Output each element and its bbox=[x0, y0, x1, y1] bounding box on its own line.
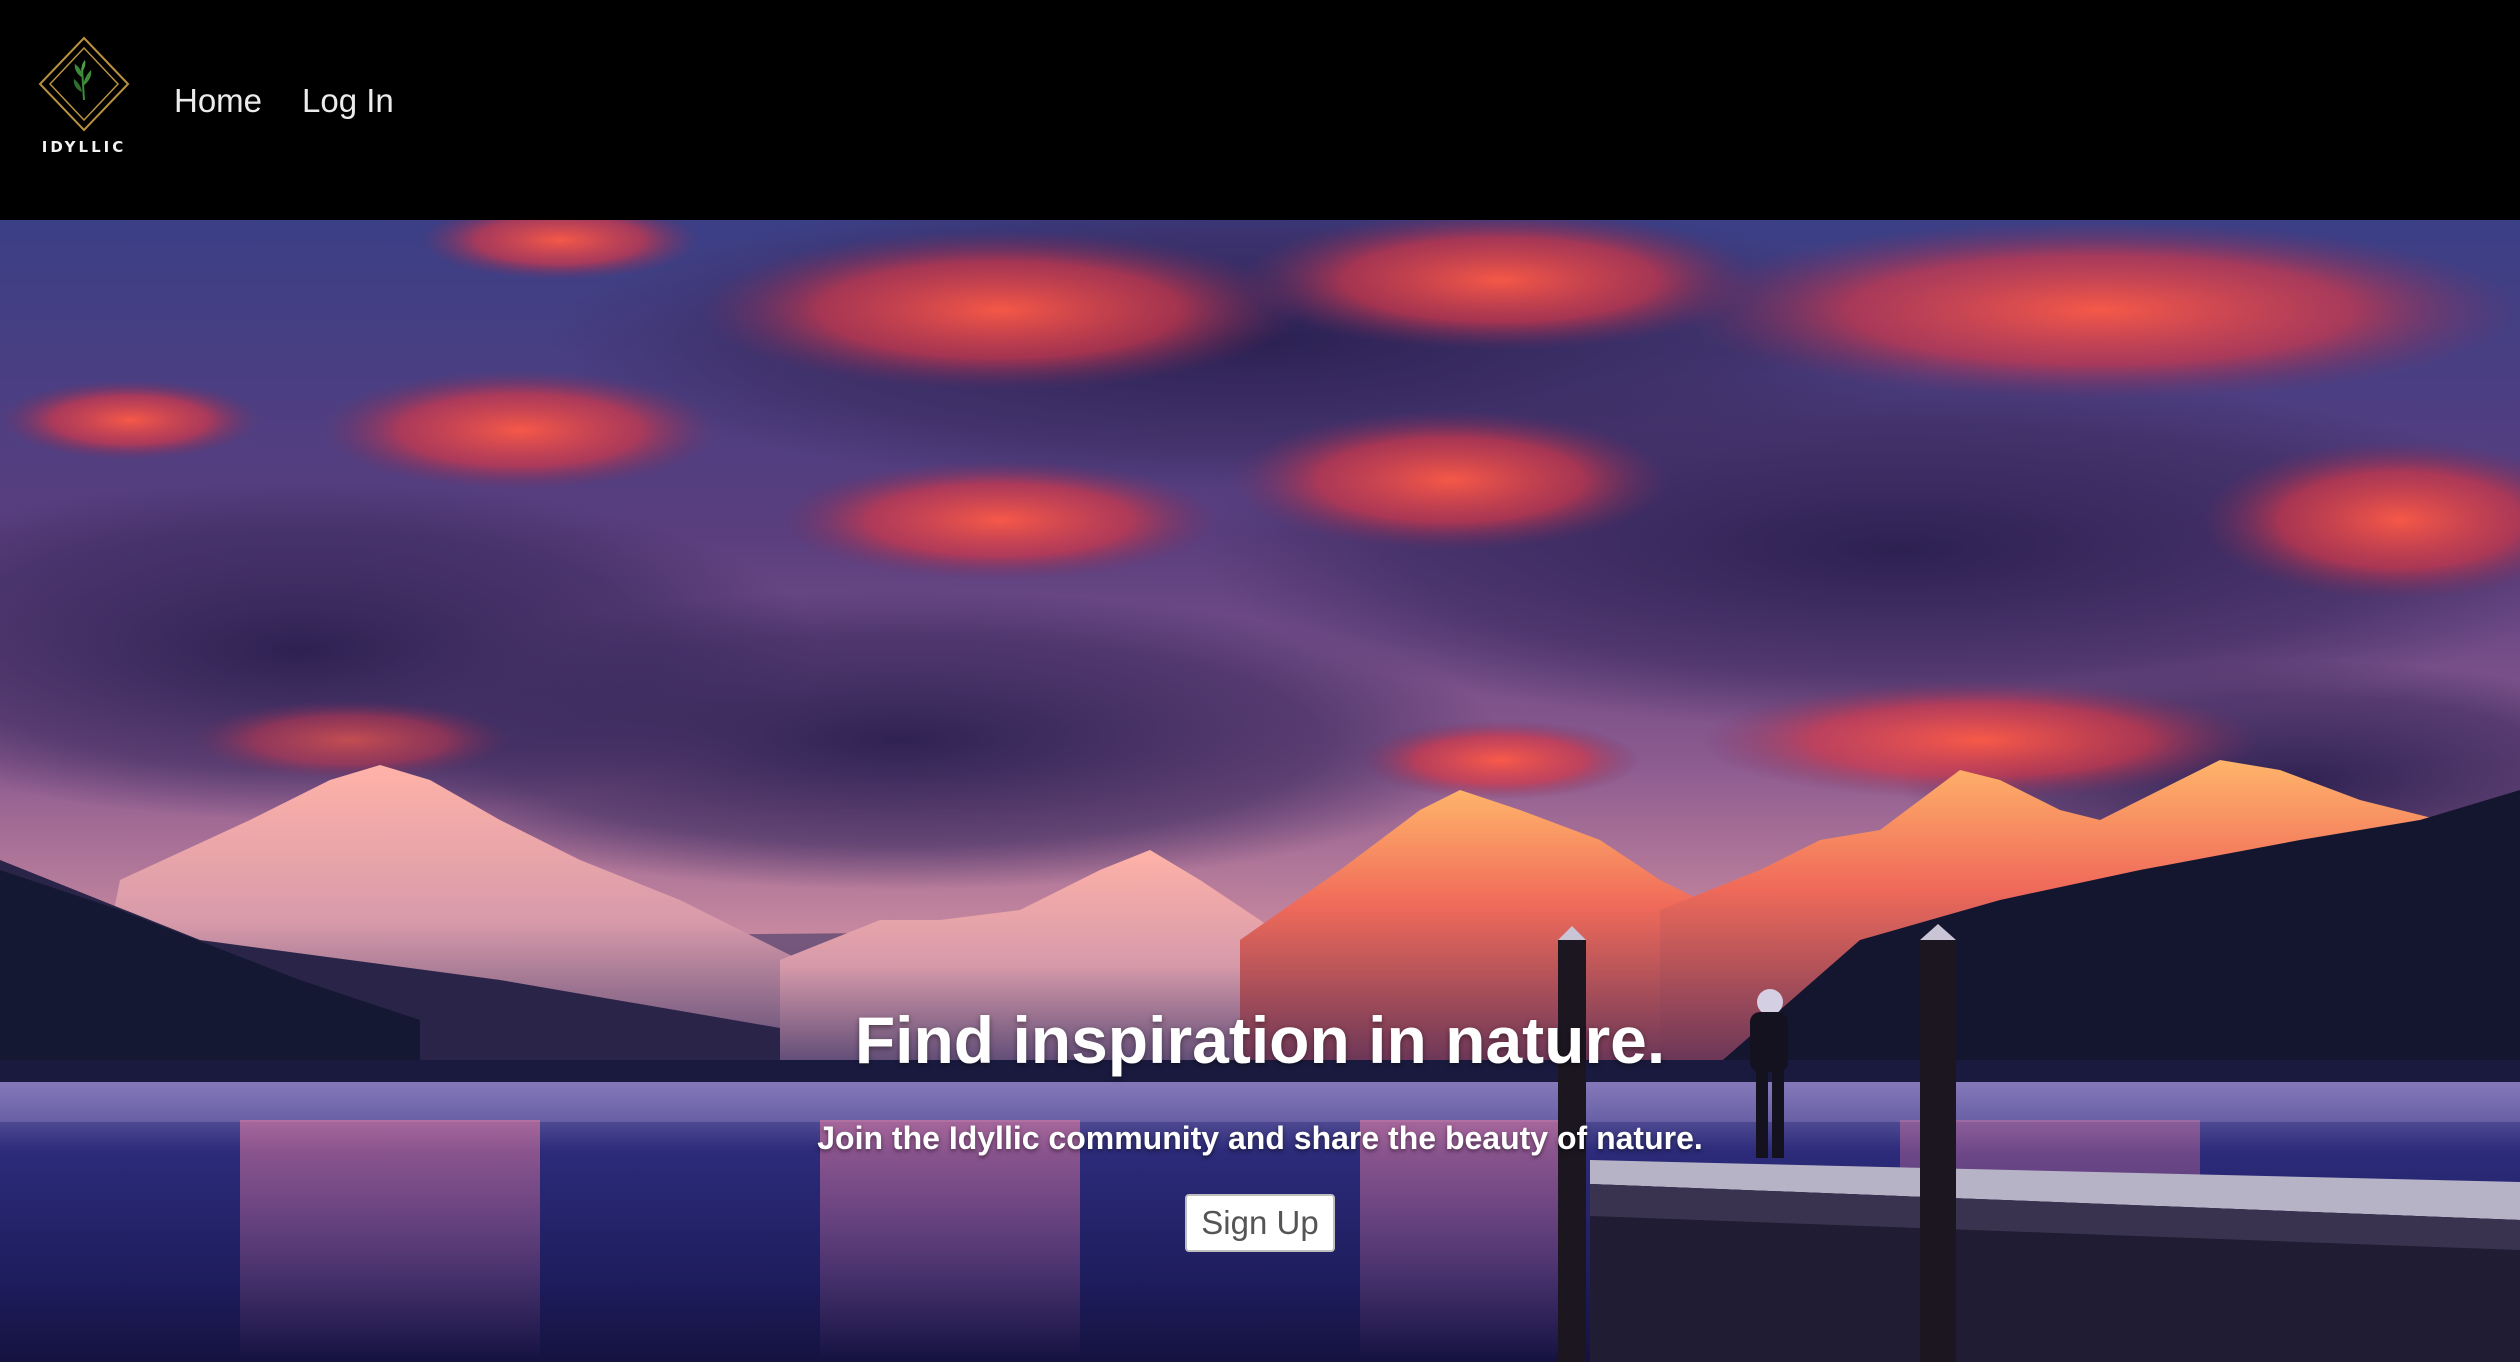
hero-title: Find inspiration in nature. bbox=[854, 1003, 1666, 1077]
nav-login-link[interactable]: Log In bbox=[302, 78, 394, 124]
hero-content: Find inspiration in nature. Join the Idy… bbox=[0, 1000, 2520, 1252]
brand-logo-text: IDYLLIC bbox=[41, 138, 127, 156]
top-navbar: IDYLLIC Home Log In bbox=[0, 0, 2520, 220]
hero-subtitle: Join the Idyllic community and share the… bbox=[817, 1120, 1703, 1156]
diamond-leaf-icon bbox=[38, 36, 130, 132]
sign-up-button[interactable]: Sign Up bbox=[1185, 1194, 1335, 1252]
main-nav: Home Log In bbox=[174, 78, 394, 124]
hero-section: Find inspiration in nature. Join the Idy… bbox=[0, 220, 2520, 1362]
nav-home-link[interactable]: Home bbox=[174, 78, 262, 124]
brand-logo[interactable]: IDYLLIC bbox=[36, 34, 132, 164]
